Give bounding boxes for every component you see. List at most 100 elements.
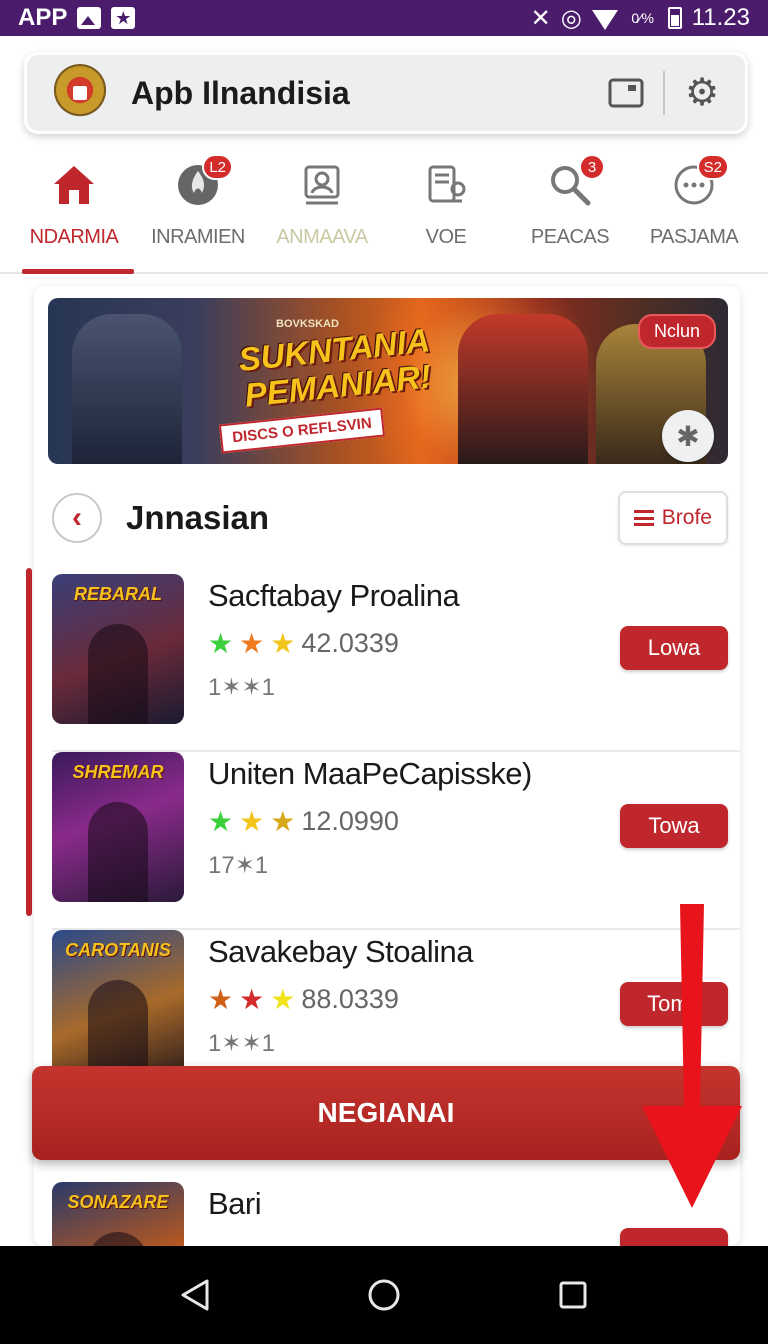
status-left: APP ★ [18,4,136,32]
nav-back-button[interactable] [165,1265,225,1325]
tab-label: VOE [425,226,467,248]
header-actions: ⚙ [601,68,727,118]
banner-kicker: BOVKSKAD [276,318,339,330]
tab-pasjama[interactable]: S2 PASJAMA [632,150,756,272]
thumbnail-character [88,624,148,724]
browse-label: Brofe [661,506,712,529]
browse-button[interactable]: Brofe [617,491,728,545]
star-icon: ★ [208,627,234,659]
system-nav-bar [0,1246,768,1344]
window-icon [608,78,644,108]
list-accent-bar [26,568,32,916]
game-action-button[interactable]: Towa [620,804,728,848]
nav-home-button[interactable] [354,1265,414,1325]
status-app-label: APP [18,4,68,31]
search-icon: 3 [543,154,605,212]
fire-icon: L2 [171,154,233,212]
star-icon: ★ [208,805,234,837]
game-name: Uniten MaaPeCapisske) [208,756,532,791]
header-divider [663,71,665,115]
tab-label: INRAMIEN [151,226,245,248]
game-meta: 1✶✶1 [208,1030,275,1057]
active-tab-indicator [22,269,134,274]
home-circle-icon [368,1279,400,1311]
rating-value: 12.0990 [301,806,399,836]
settings-button[interactable]: ⚙ [677,68,727,118]
home-icon [47,158,101,212]
status-right: ✕ ◎ 0⁄% 11.23 [531,4,750,33]
tab-voe[interactable]: VOE [384,150,508,272]
tab-anmaava[interactable]: ANMAAVA [260,150,384,272]
rating-value: 88.0339 [301,984,399,1014]
game-list-item[interactable]: SHREMAR Uniten MaaPeCapisske) ★ ★ ★ 12.0… [52,752,740,930]
tab-inramien[interactable]: L2 INRAMIEN [136,150,260,272]
tab-label: PEACAS [530,226,610,248]
data-icon: 0⁄% [631,10,654,26]
star-icon: ★ [270,983,296,1015]
game-thumbnail: SHREMAR [52,752,184,902]
thumbnail-title: SHREMAR [72,762,164,782]
game-name: Sacftabay Proalina [208,578,460,613]
game-action-button[interactable]: Tome [620,982,728,1026]
game-action-button[interactable] [620,1228,728,1246]
nav-recents-button[interactable] [543,1265,603,1325]
tab-label: ANMAAVA [276,226,368,248]
tab-ndarmia[interactable]: NDARMIA [12,150,136,274]
game-name: Bari [208,1186,262,1221]
controls-icon [419,158,473,212]
game-action-button[interactable]: Lowa [620,626,728,670]
game-info: Bari [208,1182,740,1222]
battery-icon [667,7,682,29]
app-header: Apb Ilnandisia ⚙ [24,52,748,134]
star-icon: ★ [239,805,265,837]
star-icon: ★ [111,7,136,29]
tab-badge: L2 [202,154,233,180]
star-icon: ★ [270,805,296,837]
star-icon: ★ [270,627,296,659]
primary-cta-button[interactable]: NEGIANAI [32,1066,740,1160]
game-meta: 1✶✶1 [208,674,275,701]
thumbnail-character [88,802,148,902]
star-icon: ★ [208,983,234,1015]
game-list-item[interactable]: REBARAL Sacftabay Proalina ★ ★ ★ 42.0339… [52,574,740,752]
rating-value: 42.0339 [301,628,399,658]
tab-label: NDARMIA [29,226,119,248]
asterisk-icon: ✱ [676,420,700,452]
back-icon [181,1279,209,1311]
gear-icon: ⚙ [684,72,720,114]
game-thumbnail: CAROTANIS [52,930,184,1080]
thumbnail-title: SONAZARE [67,1192,169,1212]
status-bar: APP ★ ✕ ◎ 0⁄% 11.23 [0,0,768,36]
recents-icon [559,1281,587,1309]
person-board-icon [295,158,349,212]
banner-badge: Nclun [637,314,716,349]
thumbnail-title: CAROTANIS [65,940,171,960]
tab-badge: 3 [579,154,605,180]
app-title: Apb Ilnandisia [131,74,350,111]
tab-peacas[interactable]: 3 PEACAS [508,150,632,272]
game-thumbnail: REBARAL [52,574,184,724]
section-header: ‹ Jnnasian Brofe [52,490,728,546]
wifi-icon [591,10,618,30]
chat-icon: S2 [667,154,729,212]
image-icon [77,7,102,29]
tab-label: PASJAMA [649,226,739,248]
chevron-left-icon: ‹ [72,501,82,534]
game-list-item[interactable]: SONAZARE Bari [52,1182,740,1246]
alarm-icon: ◎ [560,4,582,32]
banner-action-button[interactable]: ✱ [662,410,714,462]
window-button[interactable] [601,68,651,118]
section-title: Jnnasian [126,499,270,536]
category-tabs: NDARMIA L2 INRAMIEN ANMAAVA VOE 3 PEACAS… [0,150,768,274]
promo-banner[interactable]: BOVKSKAD SUKNTANIA PEMANIAR! DISCS O REF… [48,298,728,464]
menu-icon [633,510,654,526]
tab-badge: S2 [696,154,729,180]
banner-character-left [72,314,182,464]
banner-character-center [458,314,588,464]
star-icon: ★ [239,983,265,1015]
back-button[interactable]: ‹ [52,493,102,543]
game-meta: 17✶1 [208,852,269,879]
game-thumbnail: SONAZARE [52,1182,184,1246]
game-name: Savakebay Stoalina [208,934,474,969]
thumbnail-character [88,980,148,1080]
